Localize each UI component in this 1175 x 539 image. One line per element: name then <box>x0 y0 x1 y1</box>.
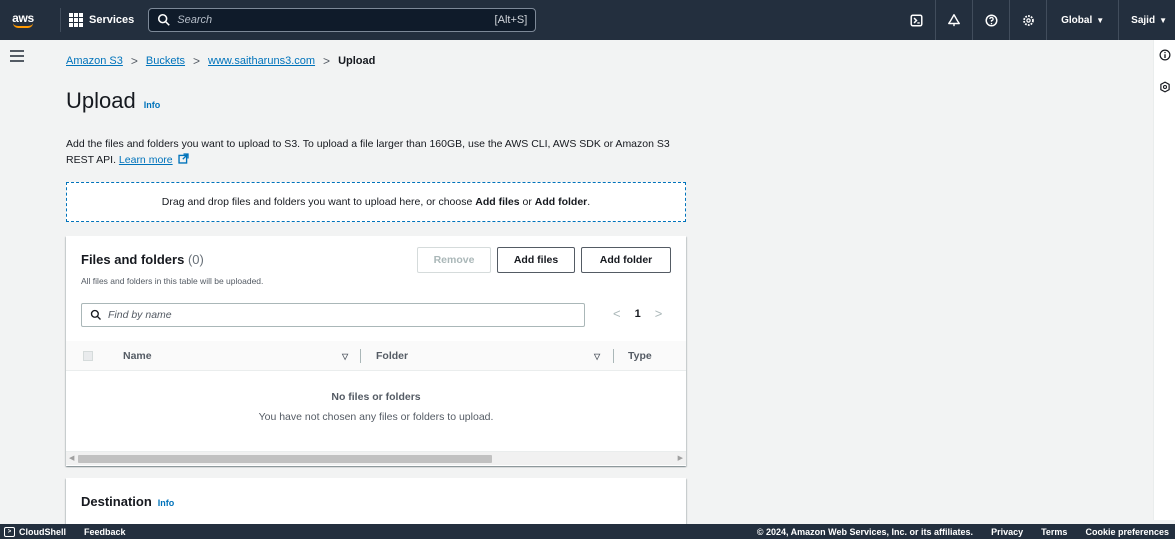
file-count: (0) <box>187 252 204 267</box>
dropzone-text: Drag and drop files and folders you want… <box>162 196 590 208</box>
services-menu-button[interactable]: Services <box>60 8 142 32</box>
external-link-icon <box>177 153 189 164</box>
dropzone-add-folder: Add folder <box>534 196 588 208</box>
chevron-right-icon: > <box>130 54 138 68</box>
page-number[interactable]: 1 <box>635 308 641 320</box>
search-placeholder: Search <box>177 14 213 26</box>
add-folder-button[interactable]: Add folder <box>581 247 671 273</box>
account-menu[interactable]: Sajid ▼ <box>1118 0 1175 40</box>
search-icon <box>158 13 171 26</box>
top-navigation: aws Services Search [Alt+S] Global ▼ Saj… <box>0 0 1175 40</box>
sort-icon[interactable]: ▽ <box>594 341 600 371</box>
empty-state-title: No files or folders <box>331 391 421 403</box>
services-label: Services <box>89 14 135 26</box>
horizontal-scrollbar[interactable]: ◀ ▶ <box>66 451 686 465</box>
add-files-button[interactable]: Add files <box>497 247 575 273</box>
chevron-right-icon[interactable]: > <box>655 306 663 321</box>
side-navigation-toggle[interactable] <box>10 50 24 62</box>
aws-logo-text: aws <box>12 10 34 25</box>
destination-panel: Destination Info <box>66 478 686 528</box>
breadcrumb: Amazon S3 > Buckets > www.saitharuns3.co… <box>66 54 375 68</box>
cloudshell-icon <box>910 13 923 27</box>
copyright-text: © 2024, Amazon Web Services, Inc. or its… <box>756 526 974 537</box>
destination-title-text: Destination <box>81 494 152 509</box>
empty-state-subtitle: You have not chosen any files or folders… <box>258 411 494 423</box>
column-divider <box>360 349 361 363</box>
cookie-preferences-link[interactable]: Cookie preferences <box>1085 527 1169 537</box>
announcement-icon[interactable] <box>1159 81 1171 93</box>
column-header-folder[interactable]: Folder <box>376 341 408 371</box>
find-by-name-input[interactable]: Find by name <box>81 303 585 327</box>
dropzone-or: or <box>519 196 535 208</box>
panel-title: Files and folders (0) <box>81 252 204 267</box>
upload-dropzone[interactable]: Drag and drop files and folders you want… <box>66 182 686 222</box>
learn-more-link[interactable]: Learn more <box>119 154 173 166</box>
region-label: Global <box>1061 14 1093 26</box>
user-label: Sajid <box>1131 14 1156 26</box>
column-header-type[interactable]: Type <box>628 341 652 371</box>
scroll-left-icon[interactable]: ◀ <box>69 454 74 462</box>
aws-logo[interactable]: aws <box>0 0 46 40</box>
column-header-name[interactable]: Name <box>123 341 152 371</box>
tools-rail <box>1153 40 1175 520</box>
caret-down-icon: ▼ <box>1096 15 1105 25</box>
help-button[interactable] <box>972 0 1009 40</box>
grid-icon <box>69 13 83 27</box>
info-link[interactable]: Info <box>144 100 161 110</box>
gear-icon <box>1022 14 1034 26</box>
footer: > CloudShell Feedback © 2024, Amazon Web… <box>0 524 1175 539</box>
privacy-link[interactable]: Privacy <box>991 527 1023 537</box>
destination-info-link[interactable]: Info <box>158 498 175 508</box>
help-icon <box>985 13 998 27</box>
table-header: Name ▽ Folder ▽ Type <box>66 341 686 371</box>
search-shortcut: [Alt+S] <box>494 14 528 26</box>
chevron-left-icon[interactable]: < <box>613 306 621 321</box>
select-all-checkbox[interactable] <box>83 350 93 361</box>
cloudshell-label: CloudShell <box>19 526 66 537</box>
files-and-folders-panel: Files and folders (0) All files and fold… <box>66 236 686 466</box>
column-divider <box>613 349 614 363</box>
notifications-button[interactable] <box>935 0 972 40</box>
search-icon <box>90 309 101 320</box>
info-icon[interactable] <box>1159 49 1171 61</box>
chevron-right-icon: > <box>193 54 201 68</box>
sort-icon[interactable]: ▽ <box>342 341 348 371</box>
region-selector[interactable]: Global ▼ <box>1046 0 1118 40</box>
aws-smile-icon <box>13 23 33 28</box>
scroll-right-icon[interactable]: ▶ <box>678 454 683 462</box>
scrollbar-thumb[interactable] <box>78 455 492 463</box>
breadcrumb-amazon-s3[interactable]: Amazon S3 <box>66 55 123 67</box>
hamburger-icon <box>10 50 24 52</box>
feedback-link[interactable]: Feedback <box>84 527 126 537</box>
dropzone-add-files: Add files <box>475 196 520 208</box>
breadcrumb-current: Upload <box>338 55 376 67</box>
dropzone-period: . <box>587 196 591 208</box>
search-input[interactable]: Search [Alt+S] <box>148 8 537 32</box>
pagination: < 1 > <box>613 306 662 321</box>
panel-subtitle: All files and folders in this table will… <box>81 276 264 286</box>
page-title: Upload Info <box>66 88 160 114</box>
breadcrumb-bucket[interactable]: www.saitharuns3.com <box>208 55 315 67</box>
breadcrumb-buckets[interactable]: Buckets <box>146 55 185 67</box>
caret-down-icon: ▼ <box>1159 15 1167 25</box>
remove-button[interactable]: Remove <box>417 247 491 273</box>
panel-title-text: Files and folders <box>81 252 185 267</box>
cloudshell-icon: > <box>4 526 15 537</box>
settings-button[interactable] <box>1009 0 1046 40</box>
terms-link[interactable]: Terms <box>1041 527 1067 537</box>
cloudshell-footer-button[interactable]: > CloudShell <box>4 526 66 537</box>
bell-icon <box>948 14 961 27</box>
chevron-right-icon: > <box>323 54 331 68</box>
page-description: Add the files and folders you want to up… <box>66 136 691 168</box>
cloudshell-button[interactable] <box>898 0 935 40</box>
dropzone-text-before: Drag and drop files and folders you want… <box>161 196 476 208</box>
page-title-text: Upload <box>66 88 136 113</box>
filter-placeholder: Find by name <box>108 309 172 321</box>
destination-title: Destination Info <box>81 494 174 509</box>
